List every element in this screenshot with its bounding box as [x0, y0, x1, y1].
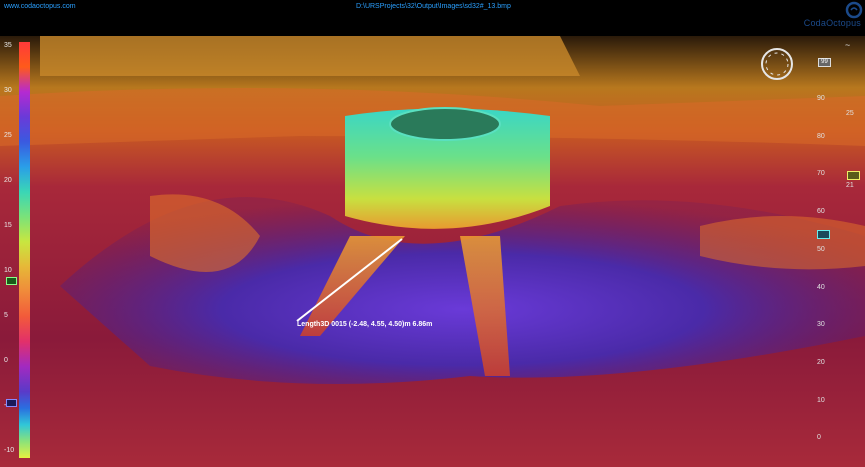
scale-badge-cyan[interactable] [817, 230, 830, 239]
scale-badge-yellow[interactable] [847, 171, 860, 180]
scale-tick: 60 [817, 208, 825, 215]
scale-tick: 35 [4, 42, 12, 49]
scale-tick: 30 [817, 321, 825, 328]
scale-badge[interactable]: 99 [818, 58, 831, 67]
scale-tick: 20 [817, 359, 825, 366]
scale-tick: 30 [4, 87, 12, 94]
scale-tick: 15 [4, 222, 12, 229]
measurement-label: Length3D 0015 (-2.48, 4.55, 4.50)m 6.86m [297, 321, 433, 328]
scale-tick: 21 [846, 182, 854, 189]
scale-tick: 5 [4, 312, 8, 319]
scale-tick: -10 [4, 447, 15, 454]
file-path: D:\URSProjects\32\Output\Images\sd32#_13… [356, 3, 511, 10]
scale-tick: 10 [4, 267, 12, 274]
mound-right [700, 216, 865, 270]
pile-top-opening [389, 107, 501, 141]
scale-tick: 40 [817, 284, 825, 291]
title-bar: www.codaoctopus.com D:\URSProjects\32\Ou… [0, 0, 865, 37]
scale-tick: 70 [817, 170, 825, 177]
logo-text: CodaOctopus [803, 18, 861, 28]
scale-tick: 0 [4, 357, 8, 364]
far-ridge [40, 36, 580, 76]
scale-tick: 80 [817, 133, 825, 140]
website-link[interactable]: www.codaoctopus.com [4, 3, 76, 10]
sonar-3d-view[interactable] [0, 36, 865, 467]
scale-marker-green[interactable] [6, 277, 17, 285]
scale-tick: 25 [4, 132, 12, 139]
scale-tick: 20 [4, 177, 12, 184]
scale-marker-blue[interactable] [6, 399, 17, 407]
tilde-icon: ~ [845, 40, 851, 50]
scale-tick: 25 [846, 110, 854, 117]
scale-tick: 0 [817, 434, 821, 441]
scale-tick: 90 [817, 95, 825, 102]
scale-tick: 10 [817, 397, 825, 404]
scale-tick: 50 [817, 246, 825, 253]
depth-color-scale [19, 42, 30, 458]
